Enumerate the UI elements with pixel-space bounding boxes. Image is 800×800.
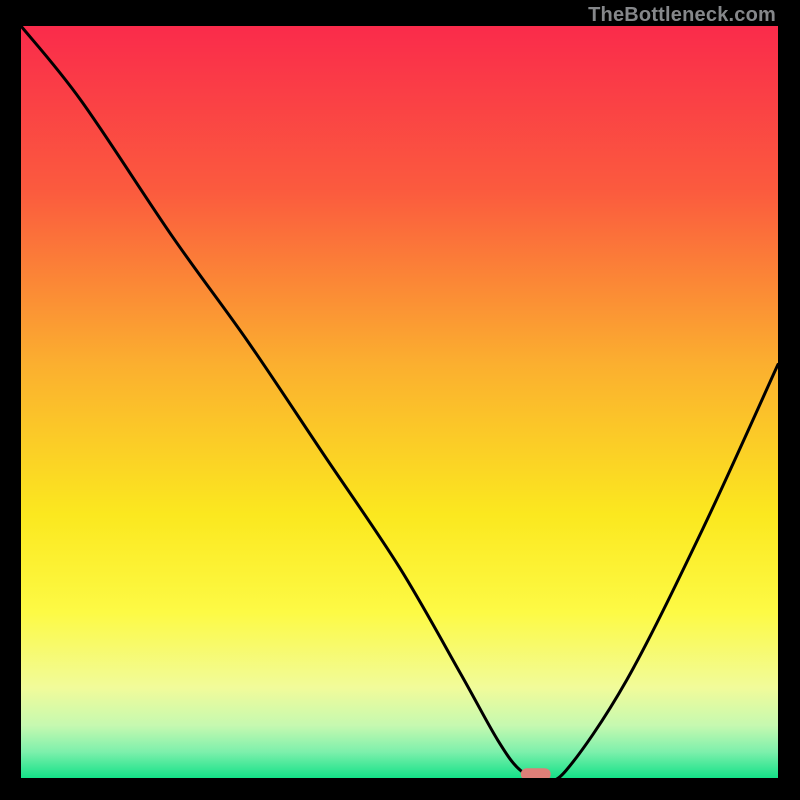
gradient-background — [21, 26, 778, 778]
attribution-text: TheBottleneck.com — [588, 4, 776, 27]
optimal-marker — [521, 768, 551, 778]
chart-frame — [21, 26, 778, 778]
bottleneck-chart — [21, 26, 778, 778]
